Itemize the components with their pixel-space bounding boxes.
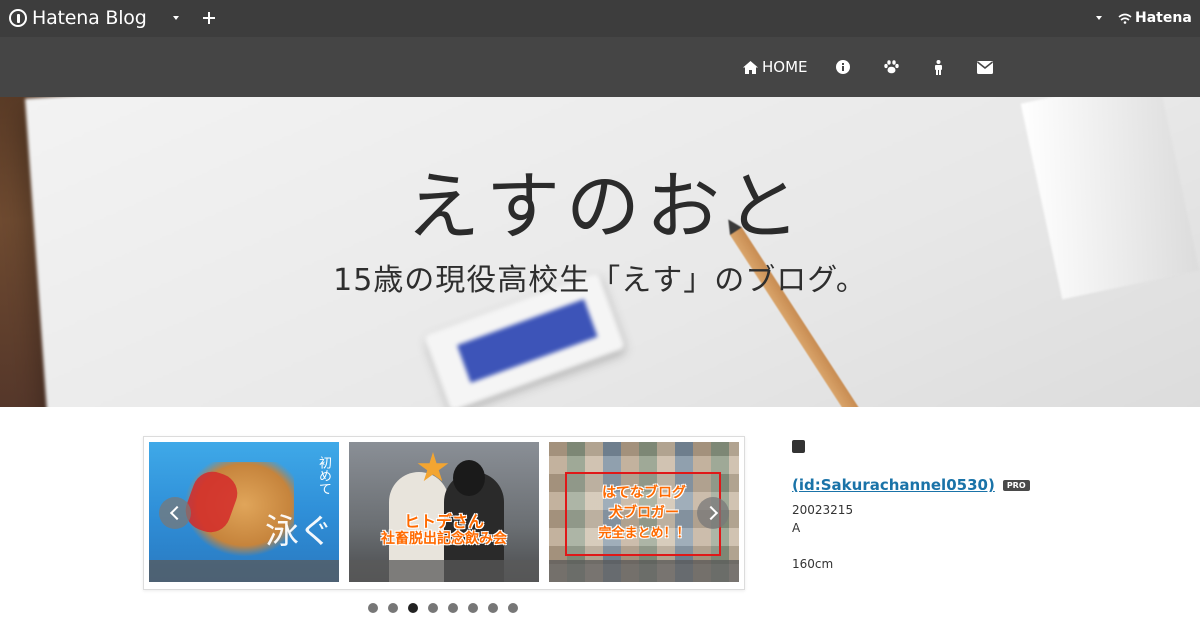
nav-contact[interactable] [977, 37, 993, 97]
slide-1-caption-bar [149, 560, 339, 582]
carousel-dot[interactable] [488, 603, 498, 613]
blog-header-banner[interactable]: えすのおと 15歳の現役高校生「えす」のブログ。 [0, 97, 1200, 407]
hatena-blog-logo-icon [9, 9, 27, 27]
paw-icon [884, 60, 899, 74]
home-icon [743, 60, 758, 74]
profile-id-row: (id:Sakurachannel0530) PRO [792, 476, 1030, 494]
carousel-dot[interactable] [428, 603, 438, 613]
chevron-right-icon [703, 505, 719, 521]
slide-2-caption-bar [349, 560, 539, 582]
carousel-slide-2[interactable]: ヒトデさん 社畜脱出記念飲み会 [349, 442, 539, 582]
slide-2-text-b: 社畜脱出記念飲み会 [381, 531, 507, 547]
profile-line-3: 160cm [792, 557, 834, 571]
pro-badge: PRO [1002, 479, 1030, 491]
blog-description: 15歳の現役高校生「えす」のブログ。 [333, 263, 867, 298]
person-icon [935, 59, 942, 75]
hatena-blog-logo-text: Hatena Blog [32, 7, 147, 29]
profile-line-2: A [792, 521, 801, 535]
nav-profile[interactable] [934, 37, 943, 97]
slide-1-text-b: 泳ぐ [265, 512, 333, 552]
blog-title[interactable]: えすのおと [6, 147, 1200, 254]
envelope-icon [977, 60, 993, 74]
carousel-dot[interactable] [508, 603, 518, 613]
nav-about[interactable] [836, 37, 850, 97]
face-cover-graphic [453, 460, 485, 496]
hatena-brand-text: Hatena [1135, 10, 1192, 26]
featured-posts-carousel: 初めて 泳ぐ ヒトデさん 社畜脱出記念飲み会 はてなブログ 犬ブロガー 完全まと… [143, 436, 745, 590]
info-icon [836, 60, 850, 74]
nav-home-label: HOME [762, 58, 808, 76]
new-post-plus-icon[interactable] [203, 12, 215, 24]
profile-heading-square-icon [792, 440, 805, 453]
nav-home[interactable]: HOME [743, 37, 808, 97]
slide-1-text-a: 初めて [316, 456, 331, 495]
blog-navigation: HOME [0, 37, 1200, 97]
hatena-global-header: Hatena Blog Hatena [0, 0, 1200, 37]
hatena-brand-link[interactable]: Hatena [1118, 10, 1192, 26]
hatena-blog-logo[interactable]: Hatena Blog [9, 7, 147, 29]
carousel-dot[interactable] [468, 603, 478, 613]
account-menu-caret-icon[interactable] [1096, 16, 1102, 20]
blog-menu-caret-icon[interactable] [173, 16, 179, 20]
hatena-wifi-icon [1118, 13, 1132, 24]
carousel-dot[interactable] [448, 603, 458, 613]
carousel-prev-button[interactable] [159, 497, 191, 529]
slide-3-caption-bar [549, 560, 739, 582]
profile-id-link[interactable]: (id:Sakurachannel0530) [792, 476, 995, 494]
carousel-dot[interactable] [368, 603, 378, 613]
carousel-dot-active[interactable] [408, 603, 418, 613]
profile-module: (id:Sakurachannel0530) PRO 20023215 A 16… [792, 440, 1092, 571]
nav-pets[interactable] [884, 37, 899, 97]
carousel-dot[interactable] [388, 603, 398, 613]
profile-line-1: 20023215 [792, 503, 854, 517]
chevron-left-icon [169, 505, 185, 521]
carousel-next-button[interactable] [697, 497, 729, 529]
carousel-pagination [368, 603, 518, 613]
